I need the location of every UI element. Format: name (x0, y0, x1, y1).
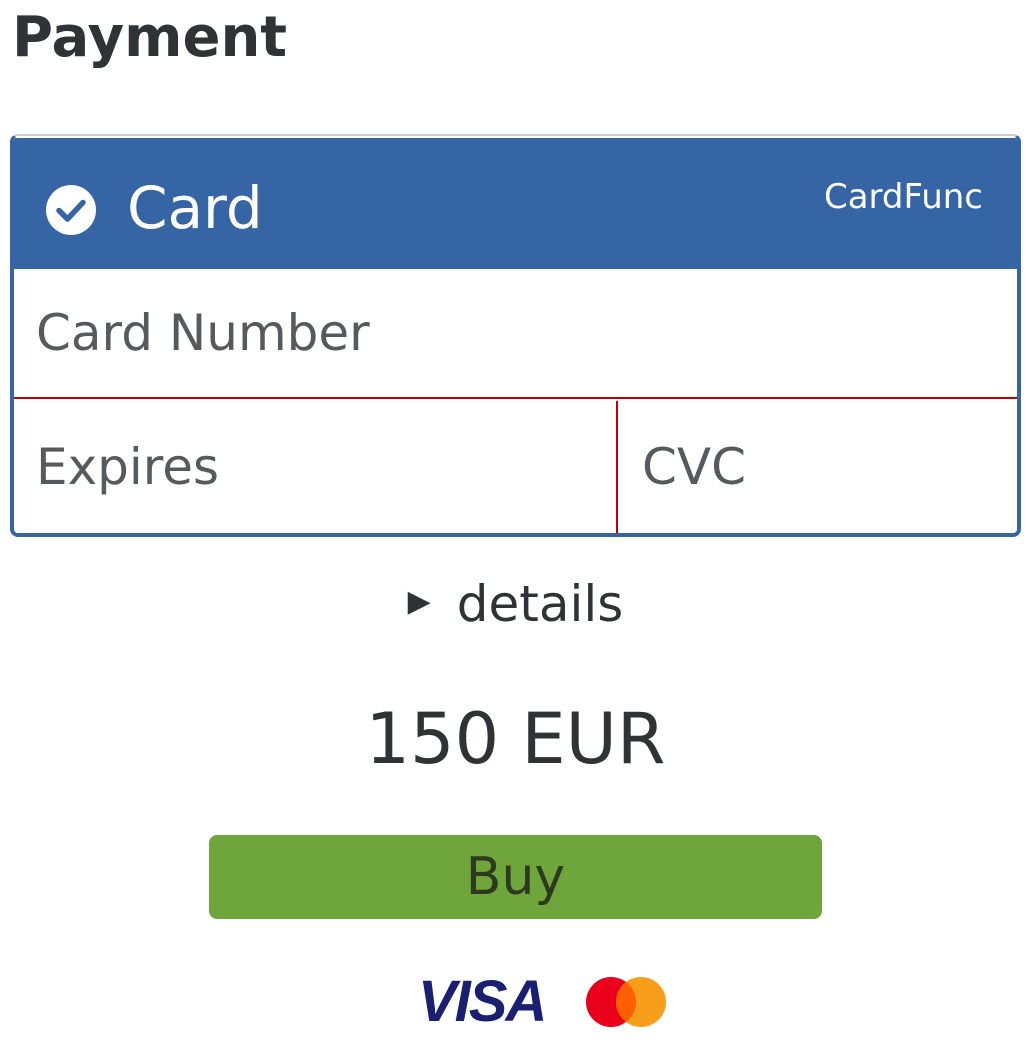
card-expires-input[interactable] (14, 401, 618, 533)
page-title: Payment (12, 5, 288, 70)
card-header[interactable]: Card CardFunc (14, 138, 1017, 269)
buy-button[interactable]: Buy (209, 835, 822, 919)
card-brands: VISA (0, 972, 1031, 1032)
details-toggle[interactable]: ▶ details (0, 572, 1031, 640)
triangle-right-icon: ▶ (407, 583, 431, 619)
payment-page: Payment Card CardFunc ▶ details 150 EUR B… (0, 0, 1031, 1044)
check-circle-icon (46, 185, 96, 235)
card-provider-label: CardFunc (823, 177, 983, 217)
mastercard-icon (586, 977, 666, 1027)
details-label: details (456, 575, 624, 633)
card-number-input[interactable] (14, 269, 1017, 399)
order-amount: 150 EUR (365, 698, 666, 780)
card-payment-panel: Card CardFunc (10, 134, 1021, 537)
card-cvc-input[interactable] (620, 401, 1017, 533)
visa-logo: VISA (418, 969, 547, 1034)
card-method-title: Card (127, 174, 263, 242)
